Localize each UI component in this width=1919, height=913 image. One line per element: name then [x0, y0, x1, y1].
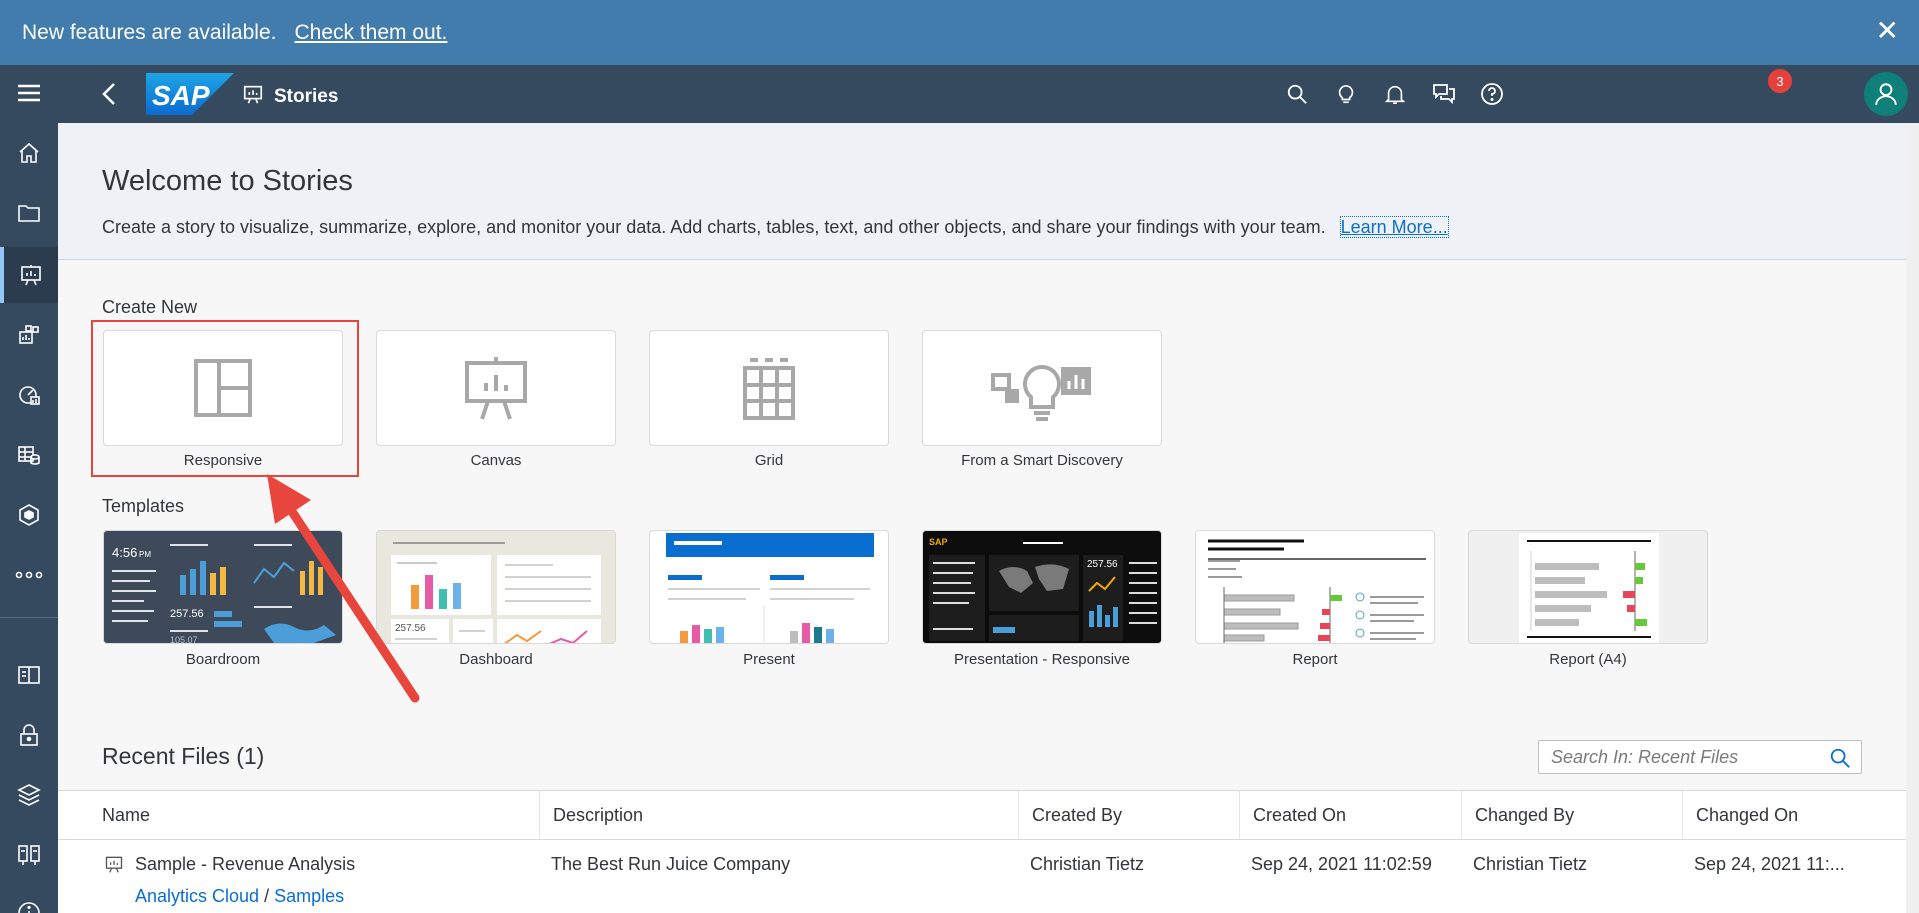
- security-lock-icon[interactable]: [0, 707, 58, 763]
- recent-files-table-header: Name Description Created By Created On C…: [58, 790, 1906, 840]
- file-description: The Best Run Juice Company: [551, 854, 791, 874]
- presentation-preview-logo: SAP: [929, 537, 948, 547]
- presentation-preview-value: 257.56: [1087, 559, 1118, 570]
- sap-logo-text: SAP: [152, 80, 210, 111]
- file-created-by: Christian Tietz: [1030, 854, 1145, 874]
- column-header-changed-by[interactable]: Changed By: [1462, 791, 1683, 840]
- search-icon[interactable]: [1284, 81, 1310, 107]
- welcome-description: Create a story to visualize, summarize, …: [102, 216, 1449, 238]
- help-icon[interactable]: [1479, 81, 1505, 107]
- report-label: Report: [1292, 651, 1338, 668]
- column-header-name[interactable]: Name: [58, 791, 540, 840]
- page-heading: Stories: [242, 83, 338, 110]
- shell-bar: SAP Stories 3: [58, 65, 1919, 123]
- lightbulb-icon[interactable]: [1333, 81, 1359, 107]
- presentation-responsive-label: Presentation - Responsive: [954, 651, 1130, 668]
- deployment-icon[interactable]: [0, 767, 58, 823]
- search-icon[interactable]: [1829, 747, 1851, 774]
- modeler-icon[interactable]: [0, 487, 58, 543]
- grid-tile-label: Grid: [754, 452, 784, 469]
- present-label: Present: [743, 651, 795, 668]
- learn-more-link[interactable]: Learn More...: [1339, 216, 1449, 238]
- system-monitor-icon[interactable]: [0, 827, 58, 883]
- welcome-description-text: Create a story to visualize, summarize, …: [102, 217, 1326, 237]
- boardroom-preview-value-1: 257.56: [170, 608, 204, 620]
- column-header-created-on[interactable]: Created On: [1240, 791, 1462, 840]
- smart-discovery-tile[interactable]: [922, 330, 1162, 446]
- analytic-application-icon[interactable]: [0, 307, 58, 363]
- story-file-icon: [104, 854, 124, 879]
- learning-icon[interactable]: [0, 647, 58, 703]
- path-separator: /: [264, 886, 270, 906]
- banner-text: New features are available.: [22, 20, 277, 44]
- rail-divider: [0, 617, 58, 618]
- welcome-header: Welcome to Stories Create a story to vis…: [58, 123, 1906, 260]
- sap-logo[interactable]: SAP: [146, 73, 234, 115]
- vertical-scrollbar[interactable]: [1906, 123, 1919, 913]
- smart-discovery-tile-label: From a Smart Discovery: [961, 452, 1123, 469]
- smart-discovery-icon: [991, 365, 1091, 421]
- close-banner-button[interactable]: ✕: [1876, 16, 1899, 46]
- notifications-bell-icon[interactable]: [1382, 81, 1408, 107]
- canvas-tile-label: Canvas: [470, 452, 522, 469]
- templates-label: Templates: [102, 496, 185, 516]
- report-a4-label: Report (A4): [1549, 651, 1627, 668]
- welcome-title: Welcome to Stories: [102, 165, 353, 197]
- boardroom-preview-time-suffix: PM: [139, 550, 151, 559]
- grid-tile[interactable]: [649, 330, 889, 446]
- path-root-link[interactable]: Analytics Cloud: [135, 886, 259, 906]
- grid-table-icon: [743, 358, 795, 420]
- menu-icon[interactable]: [0, 65, 58, 121]
- more-apps-icon[interactable]: [0, 547, 58, 603]
- feature-banner: New features are available. Check them o…: [0, 0, 1919, 65]
- report-template[interactable]: [1195, 530, 1435, 644]
- recent-files-search[interactable]: [1538, 740, 1862, 774]
- presentation-responsive-template[interactable]: SAP 257.56: [922, 530, 1162, 644]
- stories-nav-icon[interactable]: [0, 247, 58, 303]
- check-features-link[interactable]: Check them out.: [294, 21, 447, 45]
- info-icon[interactable]: [0, 885, 58, 913]
- boardroom-preview-time: 4:56: [112, 545, 137, 560]
- annotation-arrow: [267, 474, 420, 703]
- create-new-label: Create New: [102, 297, 198, 317]
- path-folder-link[interactable]: Samples: [274, 886, 344, 906]
- files-icon[interactable]: [0, 185, 58, 241]
- stories-icon: [242, 83, 264, 110]
- back-icon[interactable]: [98, 79, 122, 114]
- chat-icon[interactable]: [1431, 81, 1457, 107]
- recent-files-title: Recent Files (1): [102, 743, 265, 769]
- side-navigation: [0, 65, 58, 913]
- canvas-presentation-icon: [465, 357, 527, 420]
- table-row[interactable]: Sample - Revenue Analysis Analytics Clou…: [58, 840, 1906, 913]
- file-path: Analytics Cloud / Samples: [135, 886, 344, 907]
- home-icon[interactable]: [0, 125, 58, 181]
- column-header-description[interactable]: Description: [540, 791, 1019, 840]
- file-changed-by: Christian Tietz: [1473, 854, 1588, 874]
- notification-count-badge: 3: [1768, 69, 1792, 93]
- canvas-tile[interactable]: [376, 330, 616, 446]
- present-template[interactable]: [649, 530, 889, 644]
- column-header-changed-on[interactable]: Changed On: [1683, 791, 1906, 840]
- user-avatar[interactable]: [1864, 72, 1908, 116]
- responsive-highlight-box: [91, 320, 359, 477]
- page-title: Stories: [274, 85, 339, 107]
- file-name[interactable]: Sample - Revenue Analysis: [135, 854, 355, 875]
- boardroom-preview-value-2: 105.07: [170, 635, 198, 644]
- digital-boardroom-icon[interactable]: [0, 367, 58, 423]
- file-changed-on: Sep 24, 2021 11:...: [1694, 854, 1845, 874]
- report-a4-template[interactable]: [1468, 530, 1708, 644]
- recent-files-search-input[interactable]: [1551, 747, 1821, 768]
- datasets-icon[interactable]: [0, 427, 58, 483]
- file-created-on: Sep 24, 2021 11:02:59: [1251, 854, 1432, 874]
- column-header-created-by[interactable]: Created By: [1019, 791, 1240, 840]
